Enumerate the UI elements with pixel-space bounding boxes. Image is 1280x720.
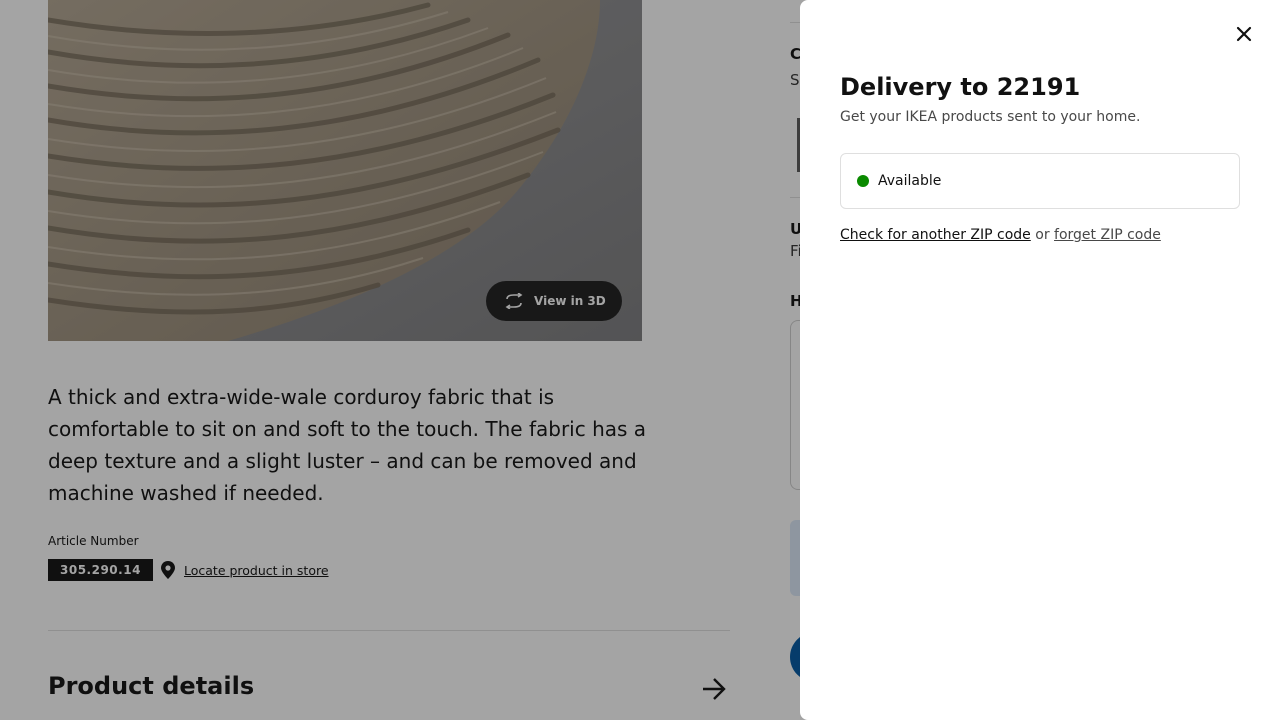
zip-code-links: Check for another ZIP code or forget ZIP… <box>840 227 1161 243</box>
availability-text: Available <box>878 173 942 189</box>
close-button[interactable] <box>1224 16 1264 56</box>
modal-subtitle: Get your IKEA products sent to your home… <box>840 109 1141 125</box>
close-icon <box>1236 26 1252 46</box>
check-another-zip-link[interactable]: Check for another ZIP code <box>840 227 1031 243</box>
modal-title: Delivery to 22191 <box>840 73 1081 101</box>
available-status-dot <box>857 175 869 187</box>
or-text: or <box>1035 227 1050 243</box>
forget-zip-link[interactable]: forget ZIP code <box>1054 227 1161 243</box>
delivery-modal: Delivery to 22191 Get your IKEA products… <box>800 0 1280 720</box>
availability-status: Available <box>840 153 1240 209</box>
